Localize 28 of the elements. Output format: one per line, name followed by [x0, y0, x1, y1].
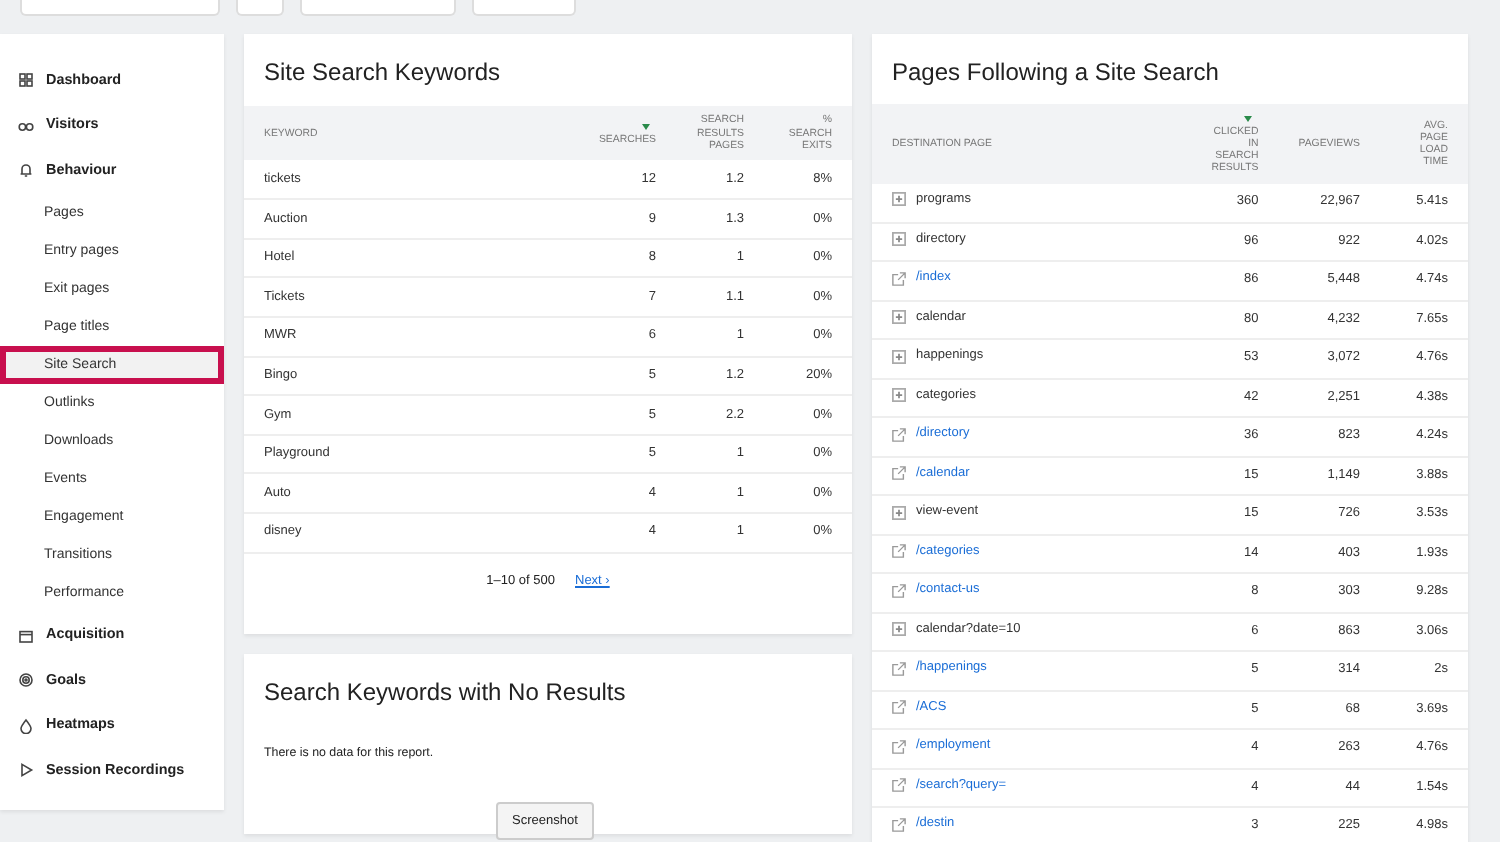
- plus-box-icon[interactable]: [892, 192, 906, 207]
- external-link-icon[interactable]: [892, 778, 906, 793]
- external-link-icon[interactable]: [892, 661, 906, 676]
- external-link-icon[interactable]: [892, 427, 906, 442]
- play-icon: [18, 762, 34, 779]
- target-icon: [18, 672, 34, 689]
- plus-box-icon[interactable]: [892, 310, 906, 325]
- calendar-icon: [18, 627, 34, 644]
- plus-box-icon[interactable]: [892, 388, 906, 403]
- drop-icon: [18, 717, 34, 734]
- external-link-icon[interactable]: [892, 583, 906, 598]
- report-title: Search Keywords with No Results: [262, 676, 628, 711]
- external-link-icon[interactable]: [892, 700, 906, 715]
- external-link-icon[interactable]: [892, 466, 906, 481]
- report-title: Site Search Keywords: [262, 56, 503, 90]
- plus-box-icon[interactable]: [892, 505, 906, 520]
- external-link-icon[interactable]: [892, 544, 906, 559]
- plus-box-icon[interactable]: [892, 232, 906, 247]
- external-link-icon[interactable]: [892, 739, 906, 754]
- external-link-icon[interactable]: [892, 271, 906, 286]
- report-title: Pages Following a Site Search: [890, 56, 1221, 90]
- plus-box-icon[interactable]: [892, 622, 906, 637]
- bell-icon: [18, 162, 34, 179]
- search-field[interactable]: [20, 0, 220, 16]
- glasses-icon: [18, 117, 34, 134]
- external-link-icon[interactable]: [892, 817, 906, 832]
- grid-icon: [18, 72, 34, 89]
- plus-box-icon[interactable]: [892, 349, 906, 364]
